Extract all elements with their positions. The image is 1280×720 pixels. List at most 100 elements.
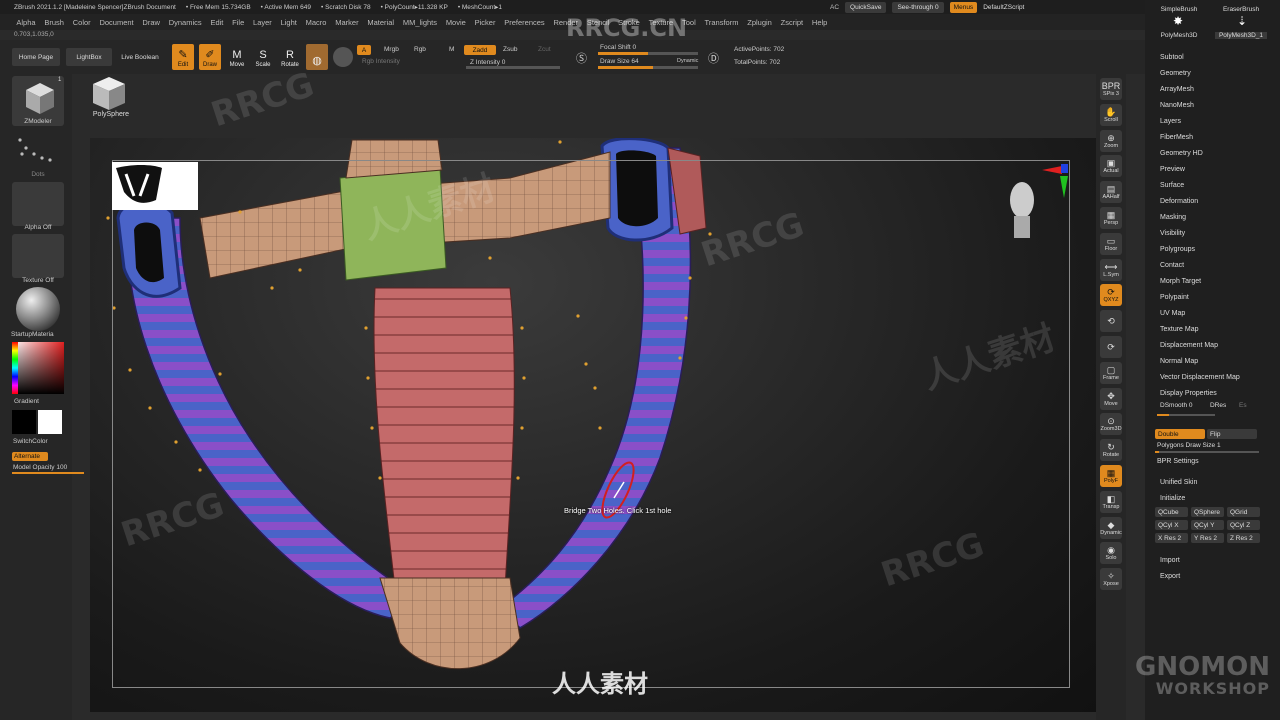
- palette-layers[interactable]: Layers: [1160, 118, 1181, 125]
- a-toggle[interactable]: A: [357, 45, 371, 55]
- material-swatch[interactable]: ◍: [306, 44, 328, 70]
- texture-slot[interactable]: [12, 234, 64, 278]
- double-button[interactable]: Double: [1155, 429, 1205, 439]
- menus-button[interactable]: Menus: [949, 2, 978, 13]
- palette-preview[interactable]: Preview: [1160, 166, 1185, 173]
- color-picker[interactable]: [12, 342, 64, 394]
- draw-button[interactable]: ✐ Draw: [199, 44, 221, 70]
- dsmooth-slider[interactable]: [1157, 414, 1215, 416]
- menu-document[interactable]: Document: [95, 18, 138, 27]
- view-button-floor[interactable]: ▭ Floor: [1100, 232, 1122, 255]
- canvas-viewport[interactable]: Bridge Two Holes. Click 1st hole: [90, 138, 1096, 712]
- menu-mm-lights[interactable]: MM_lights: [398, 18, 441, 27]
- initialize[interactable]: Initialize: [1160, 495, 1185, 502]
- menu-preferences[interactable]: Preferences: [500, 18, 549, 27]
- palette-polygroups[interactable]: Polygroups: [1160, 246, 1195, 253]
- init-qgrid[interactable]: QGrid: [1227, 507, 1260, 517]
- menu-marker[interactable]: Marker: [331, 18, 363, 27]
- rgb-intensity-slider[interactable]: Rgb Intensity: [362, 58, 400, 65]
- reference-image[interactable]: [112, 162, 198, 210]
- menu-draw[interactable]: Draw: [138, 18, 164, 27]
- menu-edit[interactable]: Edit: [206, 18, 228, 27]
- home-page-button[interactable]: Home Page: [12, 48, 60, 66]
- view-button-xpose[interactable]: ✧ Xpose: [1100, 568, 1122, 591]
- secondary-color-swatch[interactable]: [12, 410, 36, 434]
- palette-texture-map[interactable]: Texture Map: [1160, 326, 1199, 333]
- view-button-persp[interactable]: ▦ Persp: [1100, 207, 1122, 229]
- navigation-head-icon[interactable]: [1006, 178, 1040, 240]
- menu-light[interactable]: Light: [276, 18, 301, 27]
- palette-deformation[interactable]: Deformation: [1160, 198, 1198, 205]
- view-button-polyf[interactable]: ▦ PolyF: [1100, 465, 1122, 487]
- view-button-qxyz[interactable]: ⟳ QXYZ: [1100, 284, 1122, 307]
- palette-subtool[interactable]: Subtool: [1160, 54, 1184, 61]
- view-button-zoom[interactable]: ⊕ Zoom: [1100, 129, 1122, 152]
- view-button-rotate[interactable]: ↻ Rotate: [1100, 439, 1122, 462]
- init-x-res-2[interactable]: X Res 2: [1155, 533, 1188, 543]
- model-opacity-slider[interactable]: [12, 472, 84, 474]
- palette-geometry[interactable]: Geometry: [1160, 70, 1191, 77]
- palette-contact[interactable]: Contact: [1160, 262, 1184, 269]
- view-button-solo[interactable]: ◉ Solo: [1100, 542, 1122, 565]
- import[interactable]: Import: [1160, 557, 1180, 564]
- init-qcyl-z[interactable]: QCyl Z: [1227, 520, 1260, 530]
- view-button-move[interactable]: ✥ Move: [1100, 387, 1122, 410]
- scale-button[interactable]: S Scale: [252, 44, 274, 70]
- ac-label[interactable]: AC: [830, 4, 839, 11]
- palette-nanomesh[interactable]: NanoMesh: [1160, 102, 1194, 109]
- palette-fibermesh[interactable]: FiberMesh: [1160, 134, 1193, 141]
- move-button[interactable]: M Move: [226, 44, 248, 70]
- menu-help[interactable]: Help: [808, 18, 832, 27]
- view-button-dynamic[interactable]: ◆ Dynamic: [1100, 516, 1122, 539]
- focal-shift-slider[interactable]: [598, 52, 698, 55]
- palette-polypaint[interactable]: Polypaint: [1160, 294, 1189, 301]
- axis-gizmo-icon[interactable]: [1038, 162, 1068, 202]
- material-slot[interactable]: [12, 286, 64, 332]
- see-through-slider[interactable]: See-through 0: [892, 2, 944, 13]
- edit-button[interactable]: ✎ Edit: [172, 44, 194, 70]
- menu-file[interactable]: File: [228, 18, 249, 27]
- init-z-res-2[interactable]: Z Res 2: [1227, 533, 1260, 543]
- polymesh3d-1-label[interactable]: PolyMesh3D_1: [1215, 32, 1267, 39]
- flip-button[interactable]: Flip: [1207, 429, 1257, 439]
- view-button-l-sym[interactable]: ⟷ L.Sym: [1100, 258, 1122, 281]
- polymesh3d-label[interactable]: PolyMesh3D: [1153, 32, 1205, 39]
- center-column-mesh[interactable]: [373, 287, 515, 589]
- palette-displacement-map[interactable]: Displacement Map: [1160, 342, 1218, 349]
- view-button-rotate-9[interactable]: ⟲: [1100, 310, 1122, 333]
- rgb-toggle[interactable]: Rgb: [414, 46, 426, 53]
- palette-morph-target[interactable]: Morph Target: [1160, 278, 1201, 285]
- menu-color[interactable]: Color: [68, 18, 95, 27]
- zcut-toggle[interactable]: Zcut: [538, 46, 551, 53]
- menu-material[interactable]: Material: [363, 18, 398, 27]
- view-button-rotate-10[interactable]: ⟳: [1100, 336, 1122, 358]
- palette-visibility[interactable]: Visibility: [1160, 230, 1185, 237]
- export[interactable]: Export: [1160, 573, 1180, 580]
- init-qcyl-x[interactable]: QCyl X: [1155, 520, 1188, 530]
- mrgb-toggle[interactable]: Mrgb: [384, 46, 399, 53]
- palette-masking[interactable]: Masking: [1160, 214, 1186, 221]
- live-boolean-button[interactable]: Live Boolean: [116, 48, 164, 66]
- draw-size-slider[interactable]: [598, 66, 698, 69]
- init-qsphere[interactable]: QSphere: [1191, 507, 1224, 517]
- palette-normal-map[interactable]: Normal Map: [1160, 358, 1198, 365]
- bpr-settings[interactable]: BPR Settings: [1157, 458, 1199, 465]
- mesh-model[interactable]: [90, 138, 1096, 712]
- dots-stroke-icon[interactable]: [12, 132, 64, 172]
- palette-surface[interactable]: Surface: [1160, 182, 1184, 189]
- view-button-actual[interactable]: ▣ Actual: [1100, 155, 1122, 178]
- menu-zscript[interactable]: Zscript: [776, 18, 807, 27]
- eraserbrush-label[interactable]: EraserBrush: [1215, 6, 1267, 13]
- init-qcyl-y[interactable]: QCyl Y: [1191, 520, 1224, 530]
- switchcolor-label[interactable]: SwitchColor: [13, 438, 73, 445]
- view-button-aahalf[interactable]: ▤ AAHalf: [1100, 181, 1122, 204]
- palette-geometry-hd[interactable]: Geometry HD: [1160, 150, 1203, 157]
- polygons-draw-size-slider[interactable]: [1155, 451, 1259, 453]
- zsub-toggle[interactable]: Zsub: [503, 46, 517, 53]
- right-hole[interactable]: [616, 150, 658, 227]
- menu-transform[interactable]: Transform: [700, 18, 743, 27]
- view-button-scroll[interactable]: ✋ Scroll: [1100, 103, 1122, 126]
- palette-display-properties[interactable]: Display Properties: [1160, 390, 1217, 397]
- init-qcube[interactable]: QCube: [1155, 507, 1188, 517]
- init-y-res-2[interactable]: Y Res 2: [1191, 533, 1224, 543]
